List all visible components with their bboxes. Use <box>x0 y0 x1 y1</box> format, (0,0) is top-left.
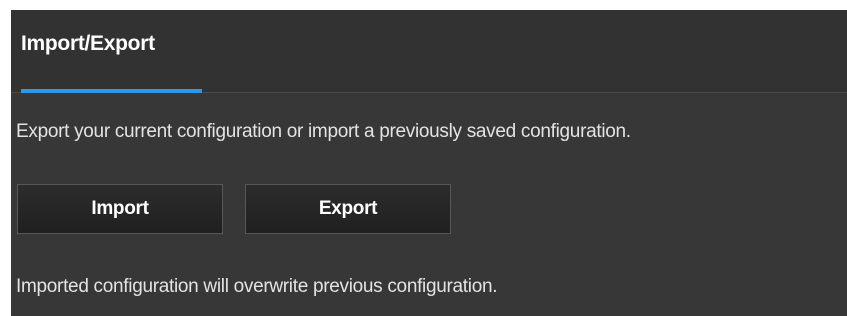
export-button-label: Export <box>318 198 378 219</box>
import-button[interactable]: Import <box>17 184 223 234</box>
description-text: Export your current configuration or imp… <box>16 121 631 142</box>
active-tab-indicator <box>21 89 202 93</box>
page-title: Import/Export <box>21 32 155 55</box>
overwrite-warning-text: Imported configuration will overwrite pr… <box>16 276 498 297</box>
panel-header: Import/Export <box>11 10 847 93</box>
import-export-panel: Import/Export <box>11 10 847 316</box>
import-button-label: Import <box>91 198 149 219</box>
export-button[interactable]: Export <box>245 184 451 234</box>
